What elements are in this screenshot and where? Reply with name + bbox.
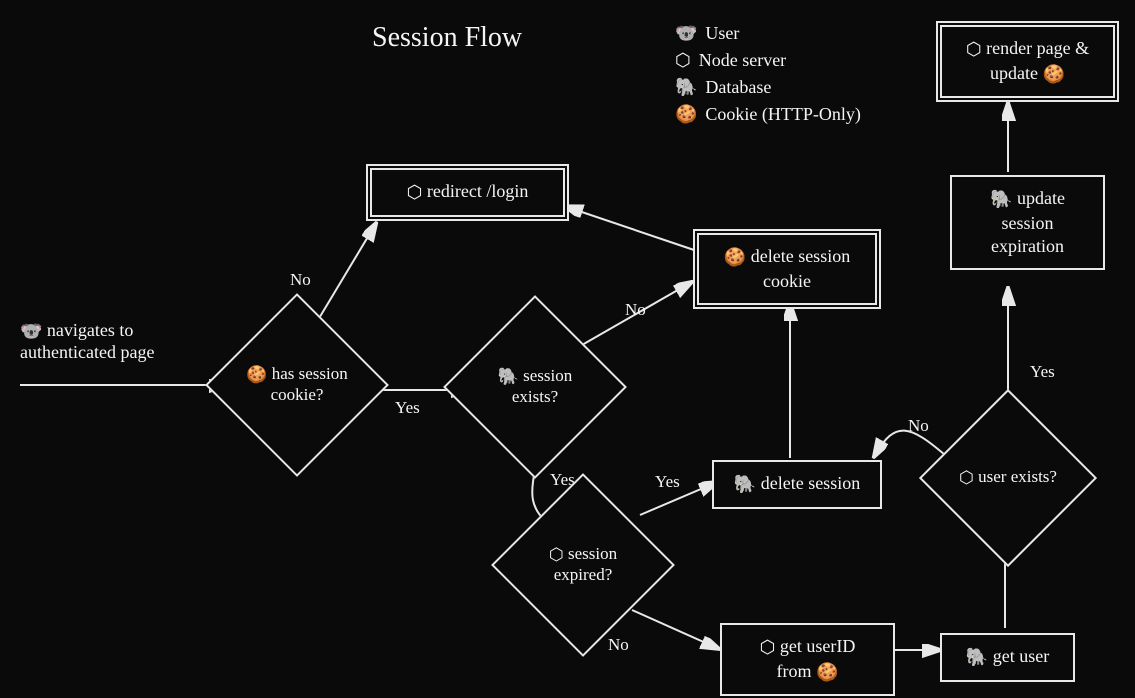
- legend-node-label: Node server: [699, 47, 786, 74]
- legend-db-label: Database: [705, 74, 771, 101]
- decision-session-exists: 🐘 session exists?: [470, 322, 600, 452]
- elephant-icon: 🐘: [966, 646, 988, 669]
- session-exists-text: session exists?: [512, 366, 572, 406]
- elephant-icon: 🐘: [734, 473, 756, 496]
- node-get-userid: ⬡ get userID from 🍪: [720, 623, 895, 696]
- elephant-icon: 🐘: [498, 367, 519, 387]
- legend-node: ⬡ Node server: [675, 47, 861, 74]
- node-update-expiration: 🐘 update session expiration: [950, 175, 1105, 270]
- koala-icon: 🐨: [20, 321, 42, 342]
- cookie-icon: 🍪: [816, 661, 838, 684]
- node-delete-session: 🐘 delete session: [712, 460, 882, 509]
- decision-user-exists: ⬡ user exists?: [945, 415, 1071, 541]
- hexagon-icon: ⬡: [675, 47, 691, 74]
- node-render-page: ⬡ render page & update 🍪: [940, 25, 1115, 98]
- redirect-text: redirect /login: [427, 181, 528, 201]
- start-node: 🐨 navigates to authenticated page: [20, 320, 210, 363]
- edge-no-4: No: [908, 416, 929, 436]
- decision-session-expired: ⬡ session expired?: [518, 500, 648, 630]
- render-text: render page & update: [986, 38, 1089, 83]
- hexagon-icon: ⬡: [549, 545, 564, 565]
- hexagon-icon: ⬡: [959, 468, 974, 488]
- legend: 🐨 User ⬡ Node server 🐘 Database 🍪 Cookie…: [675, 20, 861, 128]
- diagram-title: Session Flow: [372, 22, 522, 54]
- cookie-icon: 🍪: [1043, 63, 1065, 86]
- edge-no-1: No: [290, 270, 311, 290]
- cookie-icon: 🍪: [724, 246, 746, 269]
- elephant-icon: 🐘: [675, 74, 697, 101]
- get-user-text: get user: [993, 646, 1049, 666]
- legend-user: 🐨 User: [675, 20, 861, 47]
- node-delete-cookie: 🍪 delete session cookie: [697, 233, 877, 305]
- edge-no-2: No: [625, 300, 646, 320]
- legend-cookie-label: Cookie (HTTP-Only): [705, 101, 860, 128]
- cookie-icon: 🍪: [675, 101, 697, 128]
- koala-icon: 🐨: [675, 20, 697, 47]
- decision-has-cookie: 🍪 has session cookie?: [232, 320, 362, 450]
- edge-yes-1: Yes: [395, 398, 420, 418]
- hexagon-icon: ⬡: [407, 181, 423, 204]
- hexagon-icon: ⬡: [760, 636, 776, 659]
- legend-db: 🐘 Database: [675, 74, 861, 101]
- edge-no-3: No: [608, 635, 629, 655]
- hexagon-icon: ⬡: [966, 38, 982, 61]
- legend-cookie: 🍪 Cookie (HTTP-Only): [675, 101, 861, 128]
- user-exists-text: user exists?: [978, 467, 1057, 486]
- node-get-user: 🐘 get user: [940, 633, 1075, 682]
- node-redirect-login: ⬡ redirect /login: [370, 168, 565, 217]
- edge-yes-3: Yes: [655, 472, 680, 492]
- edge-yes-4: Yes: [1030, 362, 1055, 382]
- delete-session-text: delete session: [761, 473, 860, 493]
- cookie-icon: 🍪: [246, 365, 267, 385]
- legend-user-label: User: [705, 20, 739, 47]
- delete-cookie-text: delete session cookie: [751, 246, 850, 291]
- has-cookie-text: has session cookie?: [271, 364, 348, 404]
- elephant-icon: 🐘: [990, 188, 1012, 211]
